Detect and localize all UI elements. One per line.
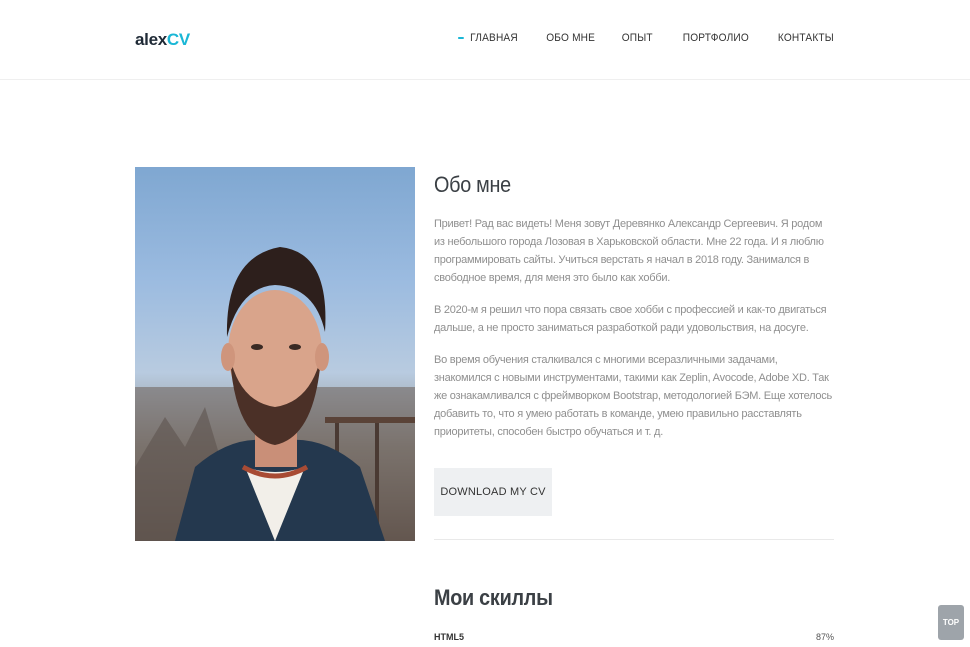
logo-text-part1: alex	[135, 30, 167, 49]
profile-photo	[135, 167, 415, 541]
skills-title: Мои скиллы	[434, 585, 553, 610]
skill-name: HTML5	[434, 632, 464, 642]
nav-item-contacts[interactable]: КОНТАКТЫ	[778, 32, 834, 44]
nav-item-home[interactable]: ГЛАВНАЯ	[458, 32, 519, 44]
download-cv-button[interactable]: DOWNLOAD MY CV	[434, 468, 552, 516]
nav-item-label: ПОРТФОЛИО	[682, 32, 750, 44]
main-nav: ГЛАВНАЯ ОБО МНЕ ОПЫТ ПОРТФОЛИО КОНТАКТЫ	[453, 32, 834, 44]
nav-item-label: ОБО МНЕ	[546, 32, 596, 44]
scroll-top-button[interactable]: TOP	[938, 605, 964, 640]
profile-photo-illustration	[135, 247, 415, 541]
nav-item-experience[interactable]: ОПЫТ	[622, 32, 653, 44]
about-paragraph: Привет! Рад вас видеть! Меня зовут Дерев…	[434, 218, 824, 284]
about-title: Обо мне	[434, 172, 511, 197]
about-paragraph: Во время обучения сталкивался с многими …	[434, 354, 833, 438]
site-header: alexCV ГЛАВНАЯ ОБО МНЕ ОПЫТ ПОРТФОЛИО КО…	[0, 0, 970, 80]
logo[interactable]: alexCV	[135, 30, 190, 50]
section-divider	[434, 539, 834, 540]
nav-item-portfolio[interactable]: ПОРТФОЛИО	[683, 32, 749, 44]
skill-percent: 87%	[815, 632, 834, 642]
about-section: Обо мне Привет! Рад вас видеть! Меня зов…	[434, 167, 834, 516]
logo-text-part2: CV	[166, 30, 190, 49]
nav-item-about[interactable]: ОБО МНЕ	[547, 32, 596, 44]
nav-item-label: ОПЫТ	[622, 32, 654, 44]
about-paragraph: В 2020-м я решил что пора связать свое х…	[434, 304, 827, 334]
nav-item-label: КОНТАКТЫ	[777, 32, 834, 44]
nav-item-label: ГЛАВНАЯ	[470, 32, 519, 44]
active-indicator-icon	[458, 37, 465, 39]
